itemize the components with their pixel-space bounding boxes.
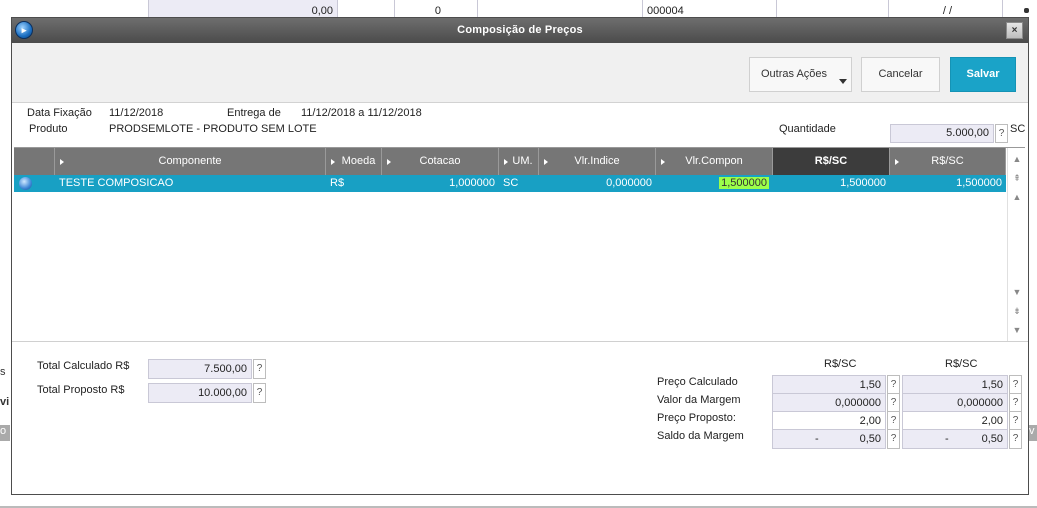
cell-rs-sc-1: 1,500000 xyxy=(840,177,886,189)
grid-header-marker xyxy=(14,148,55,175)
scroll-bottom-icon[interactable]: ▼ xyxy=(1010,322,1024,338)
valor-margem-label: Valor da Margem xyxy=(657,394,741,406)
dialog-titlebar: ▸ Composição de Preços × xyxy=(12,18,1028,43)
preco-proposto-help-button-2[interactable]: ? xyxy=(1009,411,1022,431)
total-calculado-field[interactable]: 7.500,00 xyxy=(148,359,252,379)
composicao-precos-dialog: ▸ Composição de Preços × Outras Ações Ca… xyxy=(11,17,1029,495)
valor-margem-field-1[interactable]: 0,000000 xyxy=(772,393,886,413)
arrow-right-icon xyxy=(544,159,548,165)
cell-componente: TESTE COMPOSICAO xyxy=(59,177,174,189)
scroll-up-icon[interactable]: ▲ xyxy=(1010,189,1024,205)
preco-calculado-help-button-2[interactable]: ? xyxy=(1009,375,1022,395)
column-header-rs-sc-a: R$/SC xyxy=(824,358,857,370)
scroll-down-icon[interactable]: ▼ xyxy=(1010,284,1024,300)
cell-vlr-indice: 0,000000 xyxy=(606,177,652,189)
entrega-label: Entrega de xyxy=(227,107,281,119)
column-header-cotacao[interactable]: Cotacao xyxy=(382,148,499,175)
outras-acoes-button[interactable]: Outras Ações xyxy=(749,57,852,92)
column-header-um[interactable]: UM. xyxy=(499,148,539,175)
cell-um: SC xyxy=(503,177,519,189)
preco-calculado-field-1[interactable]: 1,50 xyxy=(772,375,886,395)
valor-margem-help-button-2[interactable]: ? xyxy=(1009,393,1022,413)
column-header-vlr-compon[interactable]: Vlr.Compon xyxy=(656,148,773,175)
row-status-cell xyxy=(14,175,55,192)
cancel-button[interactable]: Cancelar xyxy=(861,57,940,92)
produto-value: PRODSEMLOTE - PRODUTO SEM LOTE xyxy=(109,123,317,135)
valor-margem-help-button-1[interactable]: ? xyxy=(887,393,900,413)
produto-label: Produto xyxy=(29,123,68,135)
save-button[interactable]: Salvar xyxy=(950,57,1016,92)
preco-proposto-help-button-1[interactable]: ? xyxy=(887,411,900,431)
total-calculado-help-button[interactable]: ? xyxy=(253,359,266,379)
preco-calculado-field-2[interactable]: 1,50 xyxy=(902,375,1008,395)
valor-margem-field-2[interactable]: 0,000000 xyxy=(902,393,1008,413)
chevron-down-icon xyxy=(839,79,847,84)
grid-scrollbar[interactable]: ▲ ⇞ ▲ ▼ ⇟ ▼ xyxy=(1007,148,1025,341)
column-header-componente[interactable]: Componente xyxy=(55,148,326,175)
totals-panel: Total Calculado R$ 7.500,00 ? Total Prop… xyxy=(12,341,1028,496)
arrow-right-icon xyxy=(661,159,665,165)
scroll-top-icon[interactable]: ▲ xyxy=(1010,151,1024,167)
cell-rs-sc-2: 1,500000 xyxy=(956,177,1002,189)
bg-left-mark: o xyxy=(0,425,10,441)
arrow-right-icon xyxy=(387,159,391,165)
total-proposto-label: Total Proposto R$ xyxy=(37,384,125,396)
highlighted-value: 1,500000 xyxy=(719,177,769,189)
column-header-rs-sc-2[interactable]: R$/SC xyxy=(890,148,1006,175)
components-grid: Componente Moeda Cotacao UM. Vlr.Indice … xyxy=(14,147,1025,341)
status-dot-icon xyxy=(19,177,32,190)
entrega-value: 11/12/2018 a 11/12/2018 xyxy=(301,107,422,119)
column-header-moeda[interactable]: Moeda xyxy=(326,148,382,175)
arrow-right-icon xyxy=(895,159,899,165)
arrow-right-icon xyxy=(60,159,64,165)
quantidade-label: Quantidade xyxy=(779,123,836,135)
header-info: Data Fixação 11/12/2018 Entrega de 11/12… xyxy=(12,103,1028,147)
arrow-right-icon xyxy=(504,159,508,165)
saldo-margem-help-button-1[interactable]: ? xyxy=(887,429,900,449)
scroll-page-down-icon[interactable]: ⇟ xyxy=(1010,303,1024,319)
cell-vlr-compon[interactable]: 1,500000 xyxy=(656,175,773,192)
data-fixacao-label: Data Fixação xyxy=(27,107,92,119)
column-header-vlr-indice[interactable]: Vlr.Indice xyxy=(539,148,656,175)
outras-acoes-label: Outras Ações xyxy=(761,68,828,80)
total-calculado-label: Total Calculado R$ xyxy=(37,360,130,372)
preco-proposto-field-2[interactable]: 2,00 xyxy=(902,411,1008,431)
table-row[interactable]: TESTE COMPOSICAO R$ 1,000000 SC 0,000000… xyxy=(14,175,1006,192)
total-proposto-field[interactable]: 10.000,00 xyxy=(148,383,252,403)
column-header-rs-sc-b: R$/SC xyxy=(945,358,978,370)
saldo-margem-field-1[interactable]: -0,50 xyxy=(772,429,886,449)
column-header-rs-sc-1[interactable]: R$/SC xyxy=(773,148,890,175)
preco-calculado-label: Preço Calculado xyxy=(657,376,738,388)
data-fixacao-value: 11/12/2018 xyxy=(109,107,164,119)
saldo-margem-label: Saldo da Margem xyxy=(657,430,744,442)
total-proposto-help-button[interactable]: ? xyxy=(253,383,266,403)
bg-dot-icon xyxy=(1024,8,1029,13)
preco-proposto-field-1[interactable]: 2,00 xyxy=(772,411,886,431)
arrow-right-icon xyxy=(331,159,335,165)
quantidade-help-button[interactable]: ? xyxy=(995,124,1008,143)
scroll-page-up-icon[interactable]: ⇞ xyxy=(1010,170,1024,186)
saldo-margem-help-button-2[interactable]: ? xyxy=(1009,429,1022,449)
quantidade-field[interactable]: 5.000,00 xyxy=(890,124,994,143)
grid-header: Componente Moeda Cotacao UM. Vlr.Indice … xyxy=(14,148,1006,175)
cell-moeda: R$ xyxy=(330,177,345,189)
minus-sign: - xyxy=(945,433,949,445)
toolbar: Outras Ações Cancelar Salvar xyxy=(12,43,1028,103)
minus-sign: - xyxy=(815,433,819,445)
preco-proposto-label: Preço Proposto: xyxy=(657,412,736,424)
bg-right-mark: v xyxy=(1029,425,1037,441)
quantidade-unit: SC xyxy=(1010,123,1026,135)
close-button[interactable]: × xyxy=(1006,22,1023,39)
cell-cotacao: 1,000000 xyxy=(449,177,495,189)
preco-calculado-help-button-1[interactable]: ? xyxy=(887,375,900,395)
saldo-margem-field-2[interactable]: -0,50 xyxy=(902,429,1008,449)
dialog-title: Composição de Preços xyxy=(457,24,583,36)
